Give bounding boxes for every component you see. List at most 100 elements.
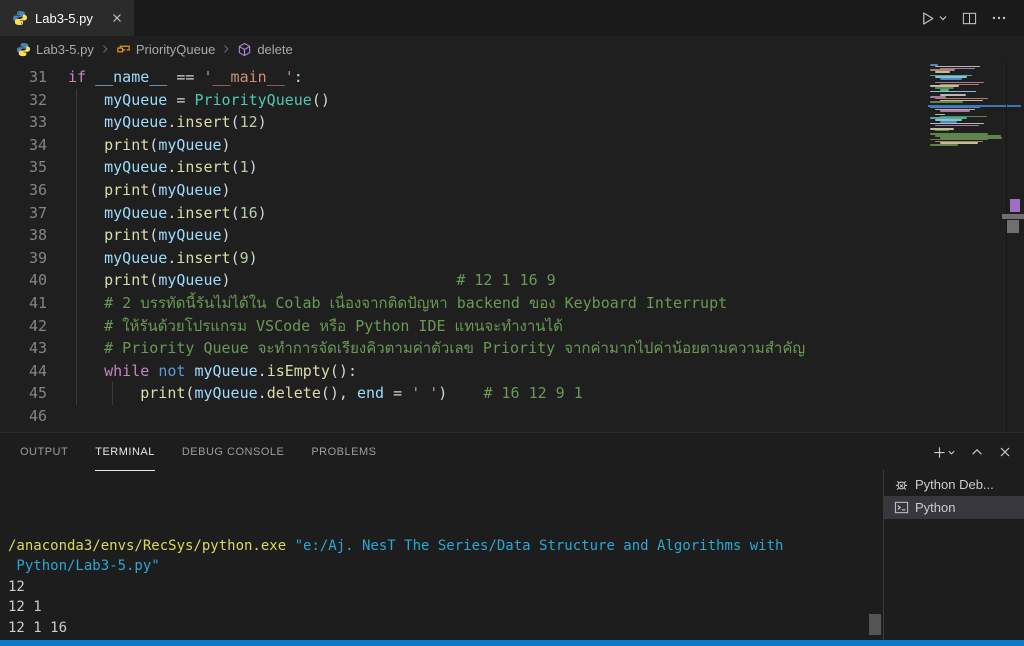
code-text: print(myQueue) # 12 1 16 9 [47, 269, 556, 292]
overview-ruler-divider [1006, 62, 1007, 432]
tab-label: Lab3-5.py [35, 11, 93, 26]
terminal-list-label: Python [915, 500, 955, 515]
line-number[interactable]: 38 [0, 224, 47, 247]
terminal-line: Python/Lab3-5.py" [8, 556, 883, 577]
terminal-list-sidebar: Python Deb... Python [883, 470, 1024, 640]
symbol-method-icon [237, 42, 252, 57]
vscode-window: Lab3-5.py [0, 0, 1024, 646]
code-editor[interactable]: 31if __name__ == '__main__':32 myQueue =… [0, 62, 1024, 432]
code-text: myQueue.insert(9) [47, 247, 258, 270]
panel-tab-output[interactable]: OUTPUT [20, 433, 68, 471]
line-number[interactable]: 46 [0, 405, 47, 428]
minimap-highlight-line [928, 105, 1021, 107]
code-line-34[interactable]: 34 print(myQueue) [0, 134, 805, 157]
line-number[interactable]: 36 [0, 179, 47, 202]
code-line-31[interactable]: 31if __name__ == '__main__': [0, 66, 805, 89]
code-lines: 31if __name__ == '__main__':32 myQueue =… [0, 66, 805, 428]
line-number[interactable]: 44 [0, 360, 47, 383]
panel-actions [930, 443, 1014, 462]
code-line-44[interactable]: 44 while not myQueue.isEmpty(): [0, 360, 805, 383]
panel-tab-terminal[interactable]: TERMINAL [95, 433, 155, 471]
line-number[interactable]: 39 [0, 247, 47, 270]
code-line-36[interactable]: 36 print(myQueue) [0, 179, 805, 202]
overview-ruler-mark [1010, 199, 1020, 212]
code-text: print(myQueue) [47, 179, 231, 202]
line-number[interactable]: 34 [0, 134, 47, 157]
maximize-panel-button[interactable] [968, 443, 986, 461]
editor-tab-bar: Lab3-5.py [0, 0, 1024, 36]
terminal-scrollbar-thumb[interactable] [869, 614, 881, 635]
breadcrumb: Lab3-5.py PriorityQueue delete [0, 36, 1024, 62]
breadcrumb-file[interactable]: Lab3-5.py [16, 42, 94, 57]
code-text: # Priority Queue จะทำการจัดเรียงคิวตามค่… [47, 337, 805, 360]
terminal-list-item-python-debug[interactable]: Python Deb... [884, 473, 1024, 496]
python-file-icon [12, 10, 28, 26]
panel-header: OUTPUT TERMINAL DEBUG CONSOLE PROBLEMS [0, 433, 1024, 471]
code-line-39[interactable]: 39 myQueue.insert(9) [0, 247, 805, 270]
terminal-line: /anaconda3/envs/RecSys/python.exe "e:/Aj… [8, 536, 883, 557]
code-line-35[interactable]: 35 myQueue.insert(1) [0, 156, 805, 179]
minimap[interactable] [928, 62, 1006, 432]
bottom-panel: OUTPUT TERMINAL DEBUG CONSOLE PROBLEMS /ana… [0, 432, 1024, 640]
breadcrumb-method[interactable]: delete [237, 42, 292, 57]
code-line-43[interactable]: 43 # Priority Queue จะทำการจัดเรียงคิวตา… [0, 337, 805, 360]
code-text: myQueue.insert(1) [47, 156, 258, 179]
new-terminal-button[interactable] [930, 443, 958, 462]
code-line-33[interactable]: 33 myQueue.insert(12) [0, 111, 805, 134]
code-text: print(myQueue) [47, 134, 231, 157]
code-text: myQueue = PriorityQueue() [47, 89, 330, 112]
line-number[interactable]: 33 [0, 111, 47, 134]
line-number[interactable]: 45 [0, 382, 47, 405]
line-number[interactable]: 40 [0, 269, 47, 292]
code-line-32[interactable]: 32 myQueue = PriorityQueue() [0, 89, 805, 112]
breadcrumb-class-label: PriorityQueue [136, 42, 215, 57]
editor-scrollbar-thumb[interactable] [1007, 220, 1019, 233]
code-text: # 2 บรรทัดนี้รันไม่ได้ใน Colab เนื่องจาก… [47, 292, 727, 315]
run-dropdown-chevron-icon [938, 13, 948, 23]
code-text: if __name__ == '__main__': [47, 66, 303, 89]
terminal-icon [894, 500, 909, 515]
close-panel-button[interactable] [996, 443, 1014, 461]
line-number[interactable]: 35 [0, 156, 47, 179]
code-line-37[interactable]: 37 myQueue.insert(16) [0, 202, 805, 225]
code-line-38[interactable]: 38 print(myQueue) [0, 224, 805, 247]
line-number[interactable]: 41 [0, 292, 47, 315]
split-editor-button[interactable] [959, 8, 980, 29]
editor-scrollbar-mark[interactable] [1002, 214, 1024, 219]
code-line-42[interactable]: 42 # ให้รันด้วยโปรแกรม VSCode หรือ Pytho… [0, 315, 805, 338]
chevron-right-icon [220, 43, 232, 55]
more-actions-button[interactable] [988, 7, 1010, 29]
tab-lab3-5[interactable]: Lab3-5.py [0, 0, 134, 36]
tab-close-icon[interactable] [110, 11, 124, 25]
code-text: myQueue.insert(12) [47, 111, 267, 134]
new-terminal-dropdown-icon [947, 448, 956, 457]
line-number[interactable]: 42 [0, 315, 47, 338]
line-number[interactable]: 31 [0, 66, 47, 89]
code-line-45[interactable]: 45 print(myQueue.delete(), end = ' ') # … [0, 382, 805, 405]
breadcrumb-class[interactable]: PriorityQueue [116, 42, 215, 57]
terminal-line: 12 1 [8, 597, 883, 618]
code-text: # ให้รันด้วยโปรแกรม VSCode หรือ Python I… [47, 315, 563, 338]
code-line-41[interactable]: 41 # 2 บรรทัดนี้รันไม่ได้ใน Colab เนื่อง… [0, 292, 805, 315]
code-text [47, 405, 68, 428]
line-number[interactable]: 43 [0, 337, 47, 360]
line-number[interactable]: 32 [0, 89, 47, 112]
terminal-output[interactable]: /anaconda3/envs/RecSys/python.exe "e:/Aj… [0, 470, 883, 640]
panel-tabs: OUTPUT TERMINAL DEBUG CONSOLE PROBLEMS [20, 433, 403, 471]
terminal-list-label: Python Deb... [915, 477, 994, 492]
terminal-list-item-python[interactable]: Python [884, 496, 1024, 519]
panel-tab-problems[interactable]: PROBLEMS [311, 433, 376, 471]
line-number[interactable]: 37 [0, 202, 47, 225]
code-line-46[interactable]: 46 [0, 405, 805, 428]
debug-icon [894, 477, 909, 492]
code-line-40[interactable]: 40 print(myQueue) # 12 1 16 9 [0, 269, 805, 292]
code-text: while not myQueue.isEmpty(): [47, 360, 357, 383]
code-text: print(myQueue.delete(), end = ' ') # 16 … [47, 382, 583, 405]
run-python-file-button[interactable] [916, 7, 951, 30]
symbol-class-icon [116, 42, 131, 57]
editor-actions [916, 0, 1024, 36]
panel-tab-debug-console[interactable]: DEBUG CONSOLE [182, 433, 284, 471]
terminal-line: 12 [8, 577, 883, 598]
status-bar[interactable] [0, 640, 1024, 646]
python-file-icon [16, 42, 31, 57]
